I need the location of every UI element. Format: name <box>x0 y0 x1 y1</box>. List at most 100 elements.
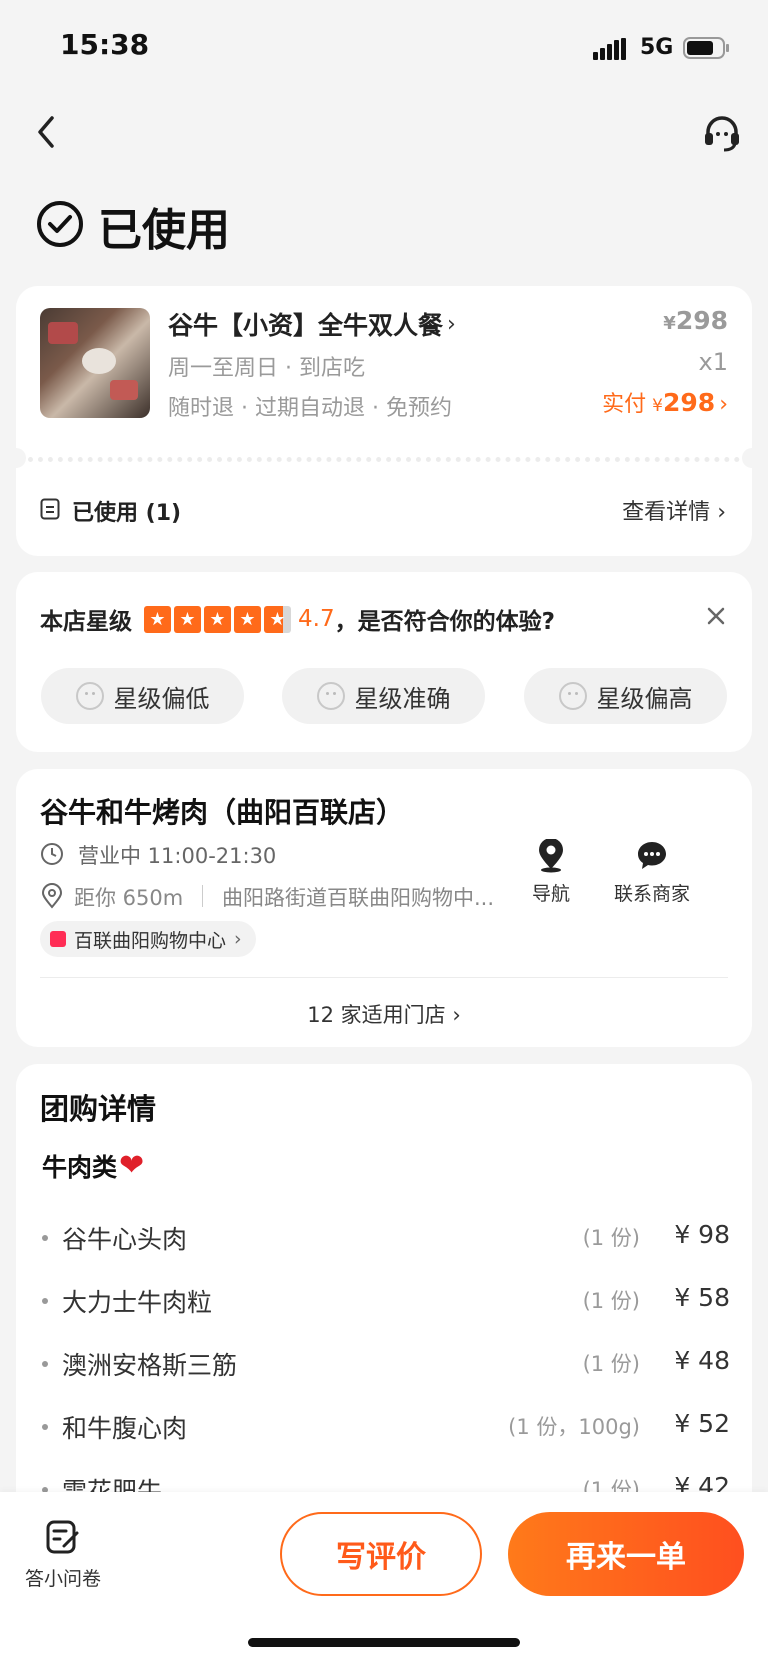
category-title: 牛肉类 <box>42 1153 118 1182</box>
store-hours: 营业中 11:00-21:30 <box>78 844 277 868</box>
list-item: 谷牛心头肉 (1 份) ¥ 98 <box>40 1218 730 1258</box>
product-quantity: x1 <box>698 348 728 376</box>
chevron-right-icon: › <box>234 928 242 950</box>
product-price: ¥298 <box>663 306 728 335</box>
clock-icon <box>40 842 64 866</box>
item-price: ¥ 52 <box>674 1409 730 1438</box>
store-address[interactable]: 曲阳路街道百联曲阳购物中... <box>222 882 522 912</box>
list-item: 和牛腹心肉 (1 份，100g) ¥ 52 <box>40 1407 730 1447</box>
star-icon: ★ <box>204 605 231 633</box>
network-label: 5G <box>640 35 674 60</box>
applicable-stores-link[interactable]: 12 家适用门店 › <box>16 999 752 1029</box>
item-qty: (1 份) <box>582 1226 640 1250</box>
product-schedule: 周一至周日 · 到店吃 <box>168 356 365 381</box>
paid-label: 实付 <box>602 392 647 417</box>
item-name: 谷牛心头肉 <box>62 1225 188 1254</box>
product-name: 谷牛【小资】全牛双人餐 <box>168 311 444 340</box>
item-name: 和牛腹心肉 <box>62 1414 188 1443</box>
item-price: ¥ 48 <box>674 1346 730 1375</box>
bullet-dot <box>42 1235 48 1241</box>
navigation-icon <box>539 838 563 873</box>
product-policies: 随时退 · 过期自动退 · 免预约 <box>168 396 452 421</box>
signal-icon <box>593 38 627 60</box>
ticket-notch-right <box>742 448 762 468</box>
currency-symbol: ¥ <box>663 313 676 334</box>
status-time: 15:38 <box>60 28 150 61</box>
item-qty: (1 份) <box>582 1352 640 1376</box>
used-count: 已使用 (1) <box>72 501 182 526</box>
rating-stars: ★ ★ ★ ★ ★ <box>144 605 294 633</box>
survey-label: 答小问卷 <box>24 1568 101 1590</box>
rating-high-label: 星级偏高 <box>596 684 693 713</box>
view-detail-label: 查看详情 <box>622 500 711 525</box>
rating-question: ，是否符合你的体验? <box>334 609 555 635</box>
survey-icon <box>46 1520 79 1554</box>
contact-merchant-label: 联系商家 <box>613 883 690 905</box>
chevron-right-icon: › <box>717 500 726 525</box>
star-icon: ★ <box>144 605 171 633</box>
mall-icon <box>50 931 66 947</box>
paid-amount-link[interactable]: 实付 ¥ 298 › <box>602 386 728 418</box>
order-card: 谷牛【小资】全牛双人餐 › 周一至周日 · 到店吃 随时退 · 过期自动退 · … <box>6 286 762 556</box>
paid-currency: ¥ <box>652 396 663 416</box>
separator <box>202 885 203 907</box>
view-detail-link[interactable]: 查看详情 › <box>622 494 726 526</box>
customer-service-icon[interactable] <box>700 112 744 156</box>
contact-merchant-button[interactable]: 联系商家 <box>592 839 712 906</box>
home-indicator <box>248 1638 520 1647</box>
bullet-dot <box>42 1424 48 1430</box>
price-value: 298 <box>675 306 728 335</box>
dotted-divider <box>28 457 740 462</box>
paid-amount: 298 <box>663 388 716 417</box>
applicable-stores-label: 12 家适用门店 <box>307 1003 446 1027</box>
item-price: ¥ 58 <box>674 1283 730 1312</box>
bullet-dot <box>42 1361 48 1367</box>
heart-icon: ❤ <box>119 1148 145 1183</box>
rating-label: 本店星级 <box>40 609 132 635</box>
rating-low-button[interactable]: 星级偏低 <box>41 668 244 724</box>
store-distance: 距你 650m <box>74 886 184 910</box>
reorder-button[interactable]: 再来一单 <box>508 1512 744 1596</box>
store-card: 谷牛和牛烤肉（曲阳百联店） 营业中 11:00-21:30 距你 650m 曲阳… <box>16 769 752 1047</box>
item-price: ¥ 98 <box>674 1220 730 1249</box>
voucher-icon <box>40 498 60 520</box>
product-name-link[interactable]: 谷牛【小资】全牛双人餐 › <box>168 306 456 342</box>
reorder-label: 再来一单 <box>566 1540 686 1575</box>
sad-face-icon <box>558 682 587 710</box>
chevron-right-icon: › <box>719 392 728 417</box>
rating-high-button[interactable]: 星级偏高 <box>524 668 727 724</box>
product-image[interactable] <box>40 308 150 418</box>
item-name: 澳洲安格斯三筋 <box>62 1351 238 1380</box>
navigation-label: 导航 <box>531 883 570 905</box>
battery-icon <box>683 36 731 64</box>
rating-low-label: 星级偏低 <box>113 684 210 713</box>
list-item: 大力士牛肉粒 (1 份) ¥ 58 <box>40 1281 730 1321</box>
smile-face-icon <box>316 682 345 710</box>
divider <box>40 977 728 978</box>
location-icon <box>40 883 64 909</box>
star-icon: ★ <box>234 605 261 633</box>
bullet-dot <box>42 1298 48 1304</box>
survey-button[interactable]: 答小问卷 <box>18 1518 108 1591</box>
mall-tag[interactable]: 百联曲阳购物中心 › <box>40 921 256 957</box>
back-icon[interactable] <box>28 112 68 152</box>
store-name[interactable]: 谷牛和牛烤肉（曲阳百联店） <box>40 791 404 831</box>
mall-tag-label: 百联曲阳购物中心 <box>74 929 227 952</box>
close-icon[interactable] <box>704 604 728 628</box>
write-review-button[interactable]: 写评价 <box>280 1512 482 1596</box>
rating-score: 4.7 <box>298 606 335 632</box>
star-icon: ★ <box>174 605 201 633</box>
used-check-icon <box>36 200 84 248</box>
list-item: 澳洲安格斯三筋 (1 份) ¥ 48 <box>40 1344 730 1384</box>
star-half-icon: ★ <box>264 605 291 633</box>
chevron-right-icon: › <box>447 311 456 337</box>
write-review-label: 写评价 <box>336 1540 426 1575</box>
rating-card: 本店星级 ★ ★ ★ ★ ★ 4.7 ，是否符合你的体验? 星级偏低 星级准确 … <box>16 572 752 752</box>
navigation-button[interactable]: 导航 <box>516 838 586 906</box>
rating-accurate-button[interactable]: 星级准确 <box>282 668 485 724</box>
bottom-bar: 答小问卷 写评价 再来一单 <box>0 1492 768 1663</box>
chevron-right-icon: › <box>452 1003 461 1027</box>
rating-accurate-label: 星级准确 <box>354 684 451 713</box>
group-detail-title: 团购详情 <box>40 1092 157 1126</box>
sad-face-icon <box>75 682 104 710</box>
